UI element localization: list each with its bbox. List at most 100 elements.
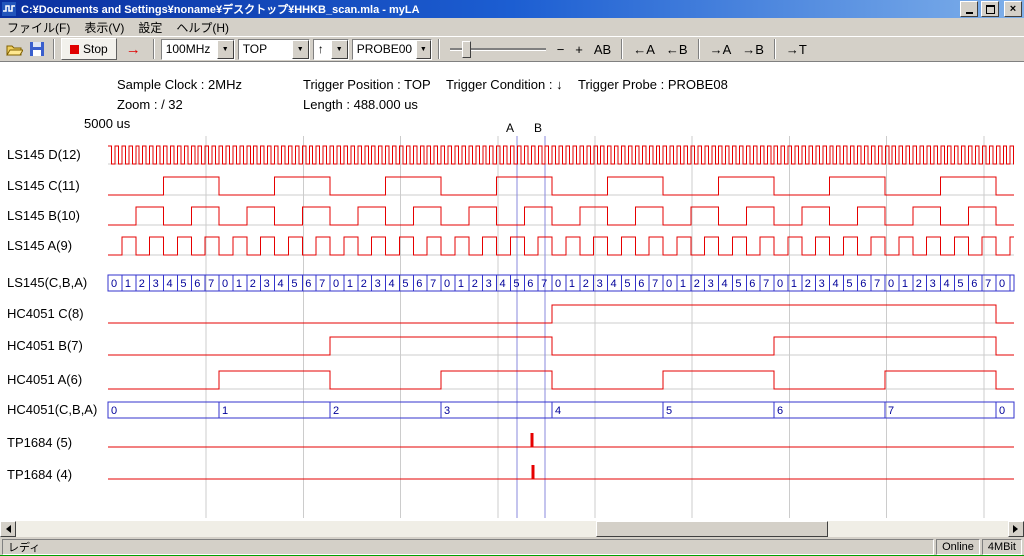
stop-button[interactable]: Stop xyxy=(61,38,117,60)
svg-text:5: 5 xyxy=(624,278,630,290)
menu-file[interactable]: ファイル(F) xyxy=(0,18,77,37)
svg-text:4: 4 xyxy=(833,278,839,290)
zoom-slider-thumb[interactable] xyxy=(462,41,471,58)
svg-text:5: 5 xyxy=(666,405,672,417)
svg-text:7: 7 xyxy=(985,278,991,290)
svg-text:7: 7 xyxy=(888,405,894,417)
close-icon: × xyxy=(1010,4,1016,14)
sample-rate-select[interactable]: 100MHz ▼ xyxy=(161,39,235,60)
zoom-slider[interactable] xyxy=(450,39,546,59)
svg-text:6: 6 xyxy=(305,278,311,290)
stop-icon xyxy=(70,45,79,54)
svg-text:1: 1 xyxy=(236,278,242,290)
goto-trigger-button[interactable]: →T xyxy=(782,41,811,58)
toolbar-separator xyxy=(698,39,700,59)
svg-text:4: 4 xyxy=(944,278,950,290)
svg-text:7: 7 xyxy=(208,278,214,290)
svg-text:5: 5 xyxy=(735,278,741,290)
svg-text:6: 6 xyxy=(416,278,422,290)
maximize-button[interactable] xyxy=(981,1,999,17)
waveform-area: Sample Clock : 2MHz Trigger Position : T… xyxy=(0,62,1024,521)
goto-marker-b-left-button[interactable]: ←B xyxy=(662,41,692,58)
svg-text:0: 0 xyxy=(333,278,339,290)
svg-text:2: 2 xyxy=(250,278,256,290)
svg-text:3: 3 xyxy=(819,278,825,290)
goto-marker-b-right-button[interactable]: →B xyxy=(738,41,768,58)
svg-text:2: 2 xyxy=(139,278,145,290)
svg-text:6: 6 xyxy=(749,278,755,290)
svg-text:0: 0 xyxy=(999,278,1005,290)
scrollbar-thumb[interactable] xyxy=(596,521,828,537)
menu-view[interactable]: 表示(V) xyxy=(77,18,131,37)
svg-text:4: 4 xyxy=(167,278,173,290)
svg-text:0: 0 xyxy=(777,278,783,290)
svg-text:5: 5 xyxy=(402,278,408,290)
svg-text:5: 5 xyxy=(291,278,297,290)
svg-text:0: 0 xyxy=(888,278,894,290)
svg-text:3: 3 xyxy=(375,278,381,290)
chevron-down-icon: ▼ xyxy=(416,40,431,59)
minimize-button[interactable] xyxy=(960,1,978,17)
svg-text:2: 2 xyxy=(472,278,478,290)
svg-text:6: 6 xyxy=(194,278,200,290)
toolbar-separator xyxy=(153,39,155,59)
svg-text:2: 2 xyxy=(916,278,922,290)
goto-marker-a-left-button[interactable]: ←A xyxy=(629,41,659,58)
arrow-left-icon xyxy=(2,525,11,533)
open-folder-icon xyxy=(6,43,23,56)
svg-text:4: 4 xyxy=(500,278,506,290)
horizontal-scrollbar[interactable] xyxy=(0,521,1024,537)
open-file-button[interactable] xyxy=(4,40,24,58)
toolbar-separator xyxy=(774,39,776,59)
svg-text:6: 6 xyxy=(860,278,866,290)
minimize-icon xyxy=(966,12,973,14)
floppy-disk-icon xyxy=(30,42,44,56)
save-button[interactable] xyxy=(27,40,47,58)
app-icon xyxy=(2,2,16,16)
scroll-right-button[interactable] xyxy=(1008,521,1024,537)
close-button[interactable]: × xyxy=(1004,1,1022,17)
svg-text:3: 3 xyxy=(153,278,159,290)
svg-text:1: 1 xyxy=(791,278,797,290)
svg-text:0: 0 xyxy=(444,278,450,290)
svg-text:6: 6 xyxy=(777,405,783,417)
status-ready: レディ xyxy=(2,539,934,555)
menu-help[interactable]: ヘルプ(H) xyxy=(169,18,236,37)
trigger-edge-select[interactable]: ↑ ▼ xyxy=(313,39,349,60)
app-window: C:¥Documents and Settings¥noname¥デスクトップ¥… xyxy=(0,0,1024,552)
svg-text:4: 4 xyxy=(555,405,561,417)
toolbar-separator xyxy=(53,39,55,59)
trigger-probe-select[interactable]: PROBE00 ▼ xyxy=(352,39,432,60)
svg-text:7: 7 xyxy=(319,278,325,290)
scrollbar-track[interactable] xyxy=(16,521,1008,537)
goto-marker-a-right-button[interactable]: →A xyxy=(706,41,736,58)
svg-text:2: 2 xyxy=(333,405,339,417)
svg-text:6: 6 xyxy=(638,278,644,290)
toolbar-separator xyxy=(438,39,440,59)
svg-text:3: 3 xyxy=(486,278,492,290)
zoom-in-button[interactable]: + xyxy=(571,41,587,58)
svg-text:0: 0 xyxy=(555,278,561,290)
scroll-left-button[interactable] xyxy=(0,521,16,537)
svg-text:A: A xyxy=(506,121,514,135)
ab-button[interactable]: AB xyxy=(590,41,615,58)
svg-text:5: 5 xyxy=(846,278,852,290)
menu-settings[interactable]: 設定 xyxy=(131,18,169,37)
svg-text:0: 0 xyxy=(999,405,1005,417)
svg-text:1: 1 xyxy=(347,278,353,290)
svg-text:5: 5 xyxy=(513,278,519,290)
chevron-down-icon: ▼ xyxy=(217,40,234,59)
titlebar: C:¥Documents and Settings¥noname¥デスクトップ¥… xyxy=(0,0,1024,18)
svg-text:3: 3 xyxy=(597,278,603,290)
trigger-position-select[interactable]: TOP ▼ xyxy=(238,39,310,60)
svg-text:1: 1 xyxy=(125,278,131,290)
svg-text:3: 3 xyxy=(930,278,936,290)
statusbar: レディ Online 4MBit xyxy=(0,537,1024,555)
run-button[interactable]: → xyxy=(120,41,147,58)
svg-text:3: 3 xyxy=(444,405,450,417)
svg-text:1: 1 xyxy=(222,405,228,417)
svg-text:0: 0 xyxy=(111,405,117,417)
svg-text:0: 0 xyxy=(222,278,228,290)
zoom-out-button[interactable]: − xyxy=(553,41,569,58)
svg-text:4: 4 xyxy=(611,278,617,290)
